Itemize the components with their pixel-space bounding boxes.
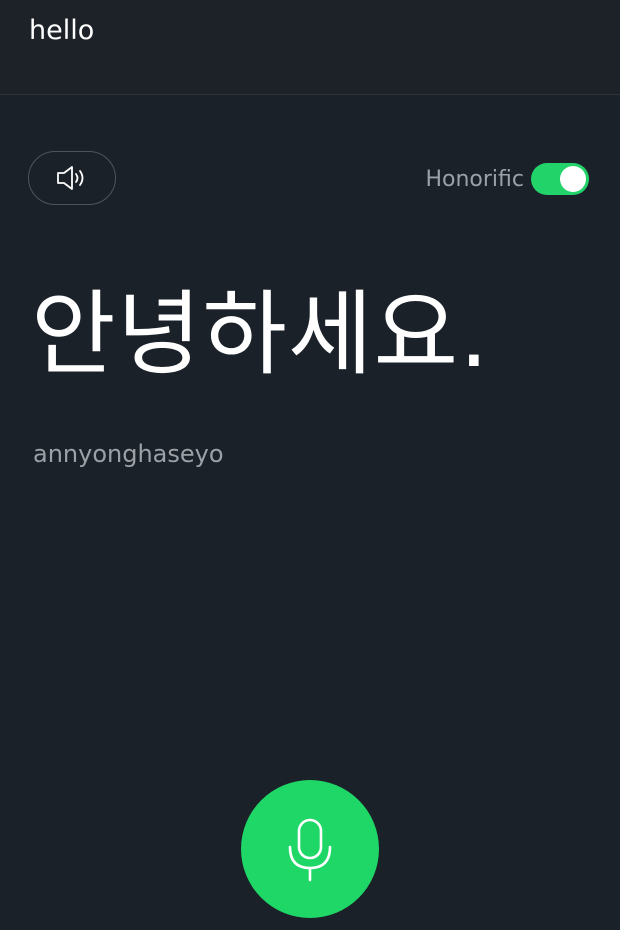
source-text: hello [29,15,95,46]
speak-button[interactable] [28,151,116,205]
microphone-icon [288,818,332,882]
microphone-button[interactable] [241,780,379,918]
source-text-bar[interactable]: hello [0,0,620,95]
romanization-text: annyonghaseyo [33,440,224,468]
honorific-label: Honorific [425,167,524,192]
speaker-icon [57,166,84,190]
toggle-knob [560,166,586,192]
honorific-toggle[interactable] [531,163,589,195]
translation-text: 안녕하세요. [31,281,490,388]
